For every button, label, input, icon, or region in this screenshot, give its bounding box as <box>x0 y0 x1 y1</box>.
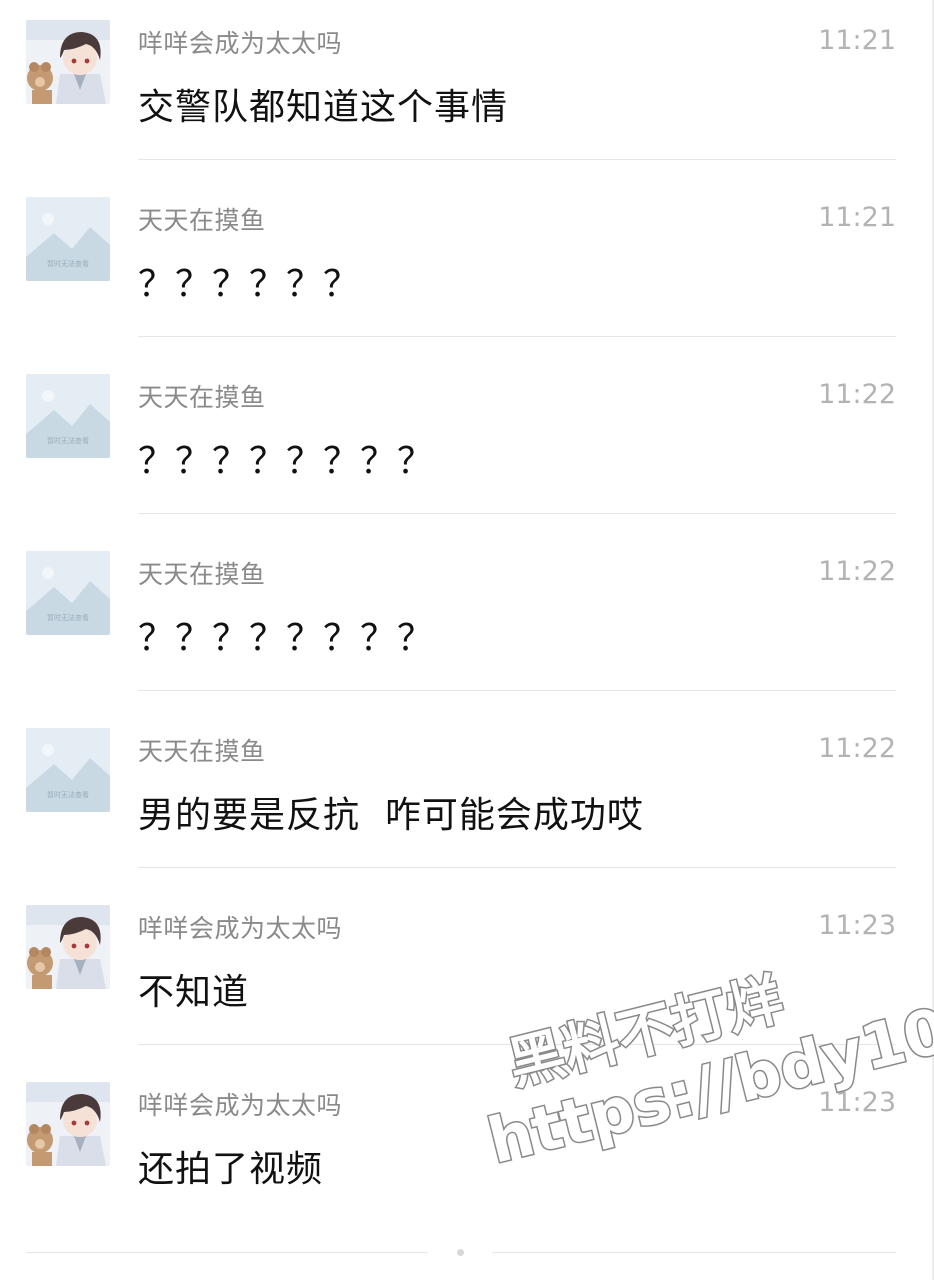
message-text: 交警队都知道这个事情 <box>138 87 509 128</box>
avatar[interactable]: 暂时无法查看 <box>26 374 110 458</box>
anime-avatar-icon <box>26 905 110 989</box>
image-placeholder-icon: 暂时无法查看 <box>26 551 110 635</box>
avatar[interactable] <box>26 1082 110 1166</box>
chat-message[interactable]: 咩咩会成为太太吗 11:23 不知道 <box>0 885 934 1062</box>
message-text: ？？？？？？？？ <box>138 441 435 482</box>
divider <box>138 336 896 337</box>
message-time: 11:21 <box>818 25 896 56</box>
message-text: ？？？？？？？？ <box>138 618 435 659</box>
avatar[interactable]: 暂时无法查看 <box>26 197 110 281</box>
sender-name: 咩咩会成为太太吗 <box>138 1091 343 1120</box>
message-time: 11:23 <box>818 910 896 941</box>
placeholder-caption: 暂时无法查看 <box>47 436 89 445</box>
message-time: 11:22 <box>818 556 896 587</box>
avatar[interactable]: 暂时无法查看 <box>26 551 110 635</box>
placeholder-caption: 暂时无法查看 <box>47 790 89 799</box>
message-time: 11:22 <box>818 379 896 410</box>
message-text: 男的要是反抗 咋可能会成功哎 <box>138 795 644 836</box>
image-placeholder-icon: 暂时无法查看 <box>26 197 110 281</box>
divider <box>138 690 896 691</box>
divider <box>138 159 896 160</box>
chat-message[interactable]: 暂时无法查看 天天在摸鱼 11:22 ？？？？？？？？ <box>0 531 934 708</box>
divider <box>138 1044 896 1045</box>
chat-message[interactable]: 暂时无法查看 天天在摸鱼 11:21 ？？？？？？ <box>0 177 934 354</box>
image-placeholder-icon: 暂时无法查看 <box>26 374 110 458</box>
message-text: 不知道 <box>138 972 250 1013</box>
placeholder-caption: 暂时无法查看 <box>47 613 89 622</box>
avatar[interactable] <box>26 20 110 104</box>
loading-dot <box>457 1249 464 1256</box>
sender-name: 天天在摸鱼 <box>138 206 266 235</box>
divider <box>138 867 896 868</box>
chat-message[interactable]: 暂时无法查看 天天在摸鱼 11:22 ？？？？？？？？ <box>0 354 934 531</box>
image-placeholder-icon: 暂时无法查看 <box>26 728 110 812</box>
message-time: 11:23 <box>818 1087 896 1118</box>
placeholder-caption: 暂时无法查看 <box>47 259 89 268</box>
sender-name: 咩咩会成为太太吗 <box>138 914 343 943</box>
bottom-divider <box>492 1252 896 1253</box>
avatar[interactable]: 暂时无法查看 <box>26 728 110 812</box>
message-time: 11:21 <box>818 202 896 233</box>
chat-message[interactable]: 咩咩会成为太太吗 11:21 交警队都知道这个事情 <box>0 0 934 177</box>
message-time: 11:22 <box>818 733 896 764</box>
bottom-divider <box>26 1252 428 1253</box>
sender-name: 天天在摸鱼 <box>138 383 266 412</box>
message-text: ？？？？？？ <box>138 264 361 305</box>
chat-message[interactable]: 暂时无法查看 天天在摸鱼 11:22 男的要是反抗 咋可能会成功哎 <box>0 708 934 885</box>
anime-avatar-icon <box>26 1082 110 1166</box>
divider <box>138 513 896 514</box>
sender-name: 咩咩会成为太太吗 <box>138 29 343 58</box>
sender-name: 天天在摸鱼 <box>138 560 266 589</box>
chat-message[interactable]: 咩咩会成为太太吗 11:23 还拍了视频 <box>0 1062 934 1239</box>
message-text: 还拍了视频 <box>138 1149 324 1190</box>
sender-name: 天天在摸鱼 <box>138 737 266 766</box>
anime-avatar-icon <box>26 20 110 104</box>
avatar[interactable] <box>26 905 110 989</box>
